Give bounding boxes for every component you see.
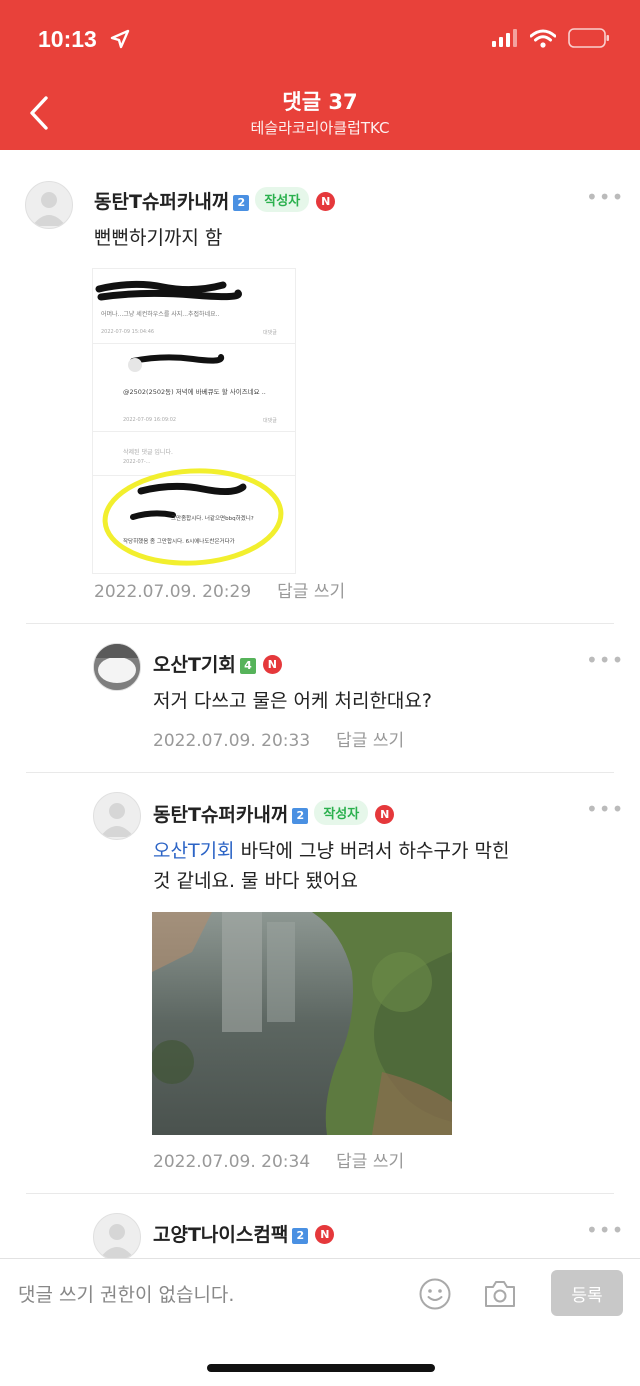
divider <box>26 1193 614 1194</box>
level-badge: 2 <box>292 1228 309 1244</box>
screenshot-line: @2502(2502동) 저녁에 바베큐도 할 사이즈네요 .. <box>123 388 266 396</box>
smile-icon[interactable] <box>418 1277 452 1311</box>
screenshot-reply: 대댓글 <box>263 330 277 336</box>
comment-date: 2022.07.09. 20:33 <box>153 731 311 751</box>
page-subtitle: 테슬라코리아클럽TKC <box>250 119 390 137</box>
author-name[interactable]: 오산T기회 <box>153 654 236 676</box>
new-badge-icon: N <box>316 192 336 211</box>
avatar[interactable] <box>93 792 141 840</box>
comment-author[interactable]: 동탄T슈퍼카내꺼 2 작성자 N <box>94 187 336 214</box>
default-avatar-icon <box>100 1224 134 1258</box>
avatar[interactable] <box>93 1213 141 1261</box>
screenshot-line: 어머나...그냥 세컨하우스를 사지...추접하네요.. <box>101 311 220 318</box>
more-dots-icon[interactable]: ••• <box>586 1218 624 1242</box>
screenshot-date: 2022-07-09 16:09:02 <box>123 417 177 423</box>
screenshot-line: 그만좀합시다. 너같으면bbq하겠니? <box>171 516 254 522</box>
attached-photo-image[interactable] <box>152 912 452 1135</box>
reply-link[interactable]: 답글 쓰기 <box>336 731 404 751</box>
author-name[interactable]: 고양T나이스컴팩 <box>153 1224 288 1246</box>
comment-text-part: 것 같네요. 물 바다 됐어요 <box>153 870 358 892</box>
author-name[interactable]: 동탄T슈퍼카내꺼 <box>94 191 229 213</box>
more-dots-icon[interactable]: ••• <box>586 648 624 672</box>
level-badge: 2 <box>233 195 250 211</box>
comment-text: 오산T기회 바닥에 그냥 버려서 하수구가 막힌 것 같네요. 물 바다 됐어요 <box>153 836 603 896</box>
submit-button[interactable]: 등록 <box>551 1270 623 1316</box>
screenshot-line: 삭제된 댓글 입니다. <box>123 449 173 456</box>
default-avatar-icon <box>32 192 66 226</box>
wifi-icon <box>530 29 556 48</box>
screenshot-line: 작당히했음 좀 그만합시다. 6시에나도찬은거다가 <box>123 539 235 545</box>
comment-meta: 2022.07.09. 20:33 답글 쓰기 <box>153 726 404 751</box>
more-dots-icon[interactable]: ••• <box>586 185 624 209</box>
screenshot-date: 2022-07-... <box>123 459 151 465</box>
location-arrow-icon <box>110 29 130 49</box>
reply-link[interactable]: 답글 쓰기 <box>336 1152 404 1172</box>
new-badge-icon: N <box>375 805 395 824</box>
author-name[interactable]: 동탄T슈퍼카내꺼 <box>153 804 288 826</box>
signal-icon <box>492 29 517 47</box>
new-badge-icon: N <box>315 1225 335 1244</box>
home-indicator <box>207 1364 435 1372</box>
default-avatar-icon <box>100 803 134 837</box>
user-photo-avatar <box>94 644 140 690</box>
camera-icon[interactable] <box>483 1278 517 1310</box>
screenshot-reply: 대댓글 <box>263 418 277 424</box>
status-indicators <box>492 28 610 48</box>
comment-input[interactable]: 댓글 쓰기 권한이 없습니다. <box>18 1280 234 1307</box>
battery-icon <box>568 28 609 48</box>
avatar[interactable] <box>25 181 73 229</box>
reply-link[interactable]: 답글 쓰기 <box>277 582 345 602</box>
comment-text: 저거 다쓰고 물은 어케 처리한대요? <box>153 690 432 712</box>
level-badge: 2 <box>292 808 309 824</box>
app-header: 10:13 댓글 37 테슬라코리아클럽TKC <box>0 0 640 150</box>
divider <box>26 623 614 624</box>
more-dots-icon[interactable]: ••• <box>586 797 624 821</box>
comment-input-bar: 댓글 쓰기 권한이 없습니다. 등록 <box>0 1258 640 1386</box>
screenshot-date: 2022-07-09 15:04:46 <box>101 329 155 335</box>
comment-date: 2022.07.09. 20:34 <box>153 1152 311 1172</box>
comment-text-part: 바닥에 그냥 버려서 하수구가 막힌 <box>234 840 510 862</box>
comment-text: 뻔뻔하기까지 함 <box>94 227 223 249</box>
page-title: 댓글 37 <box>282 90 358 114</box>
author-badge: 작성자 <box>314 800 369 825</box>
comment-author[interactable]: 동탄T슈퍼카내꺼 2 작성자 N <box>153 800 395 827</box>
comment-meta: 2022.07.09. 20:29 답글 쓰기 <box>94 577 345 602</box>
new-badge-icon: N <box>262 655 282 674</box>
comment-author[interactable]: 오산T기회 4 N <box>153 650 282 677</box>
status-time: 10:13 <box>38 26 97 52</box>
mention-link[interactable]: 오산T기회 <box>153 840 235 862</box>
attached-screenshot-image[interactable]: 어머나...그냥 세컨하우스를 사지...추접하네요.. 2022-07-09 … <box>92 268 296 574</box>
avatar[interactable] <box>93 643 141 691</box>
comment-date: 2022.07.09. 20:29 <box>94 582 252 602</box>
comment-author[interactable]: 고양T나이스컴팩 2 N <box>153 1220 335 1247</box>
level-badge: 4 <box>239 658 256 674</box>
divider <box>26 772 614 773</box>
flood-photo <box>152 912 452 1135</box>
comment-meta: 2022.07.09. 20:34 답글 쓰기 <box>153 1147 404 1172</box>
author-badge: 작성자 <box>255 187 310 212</box>
